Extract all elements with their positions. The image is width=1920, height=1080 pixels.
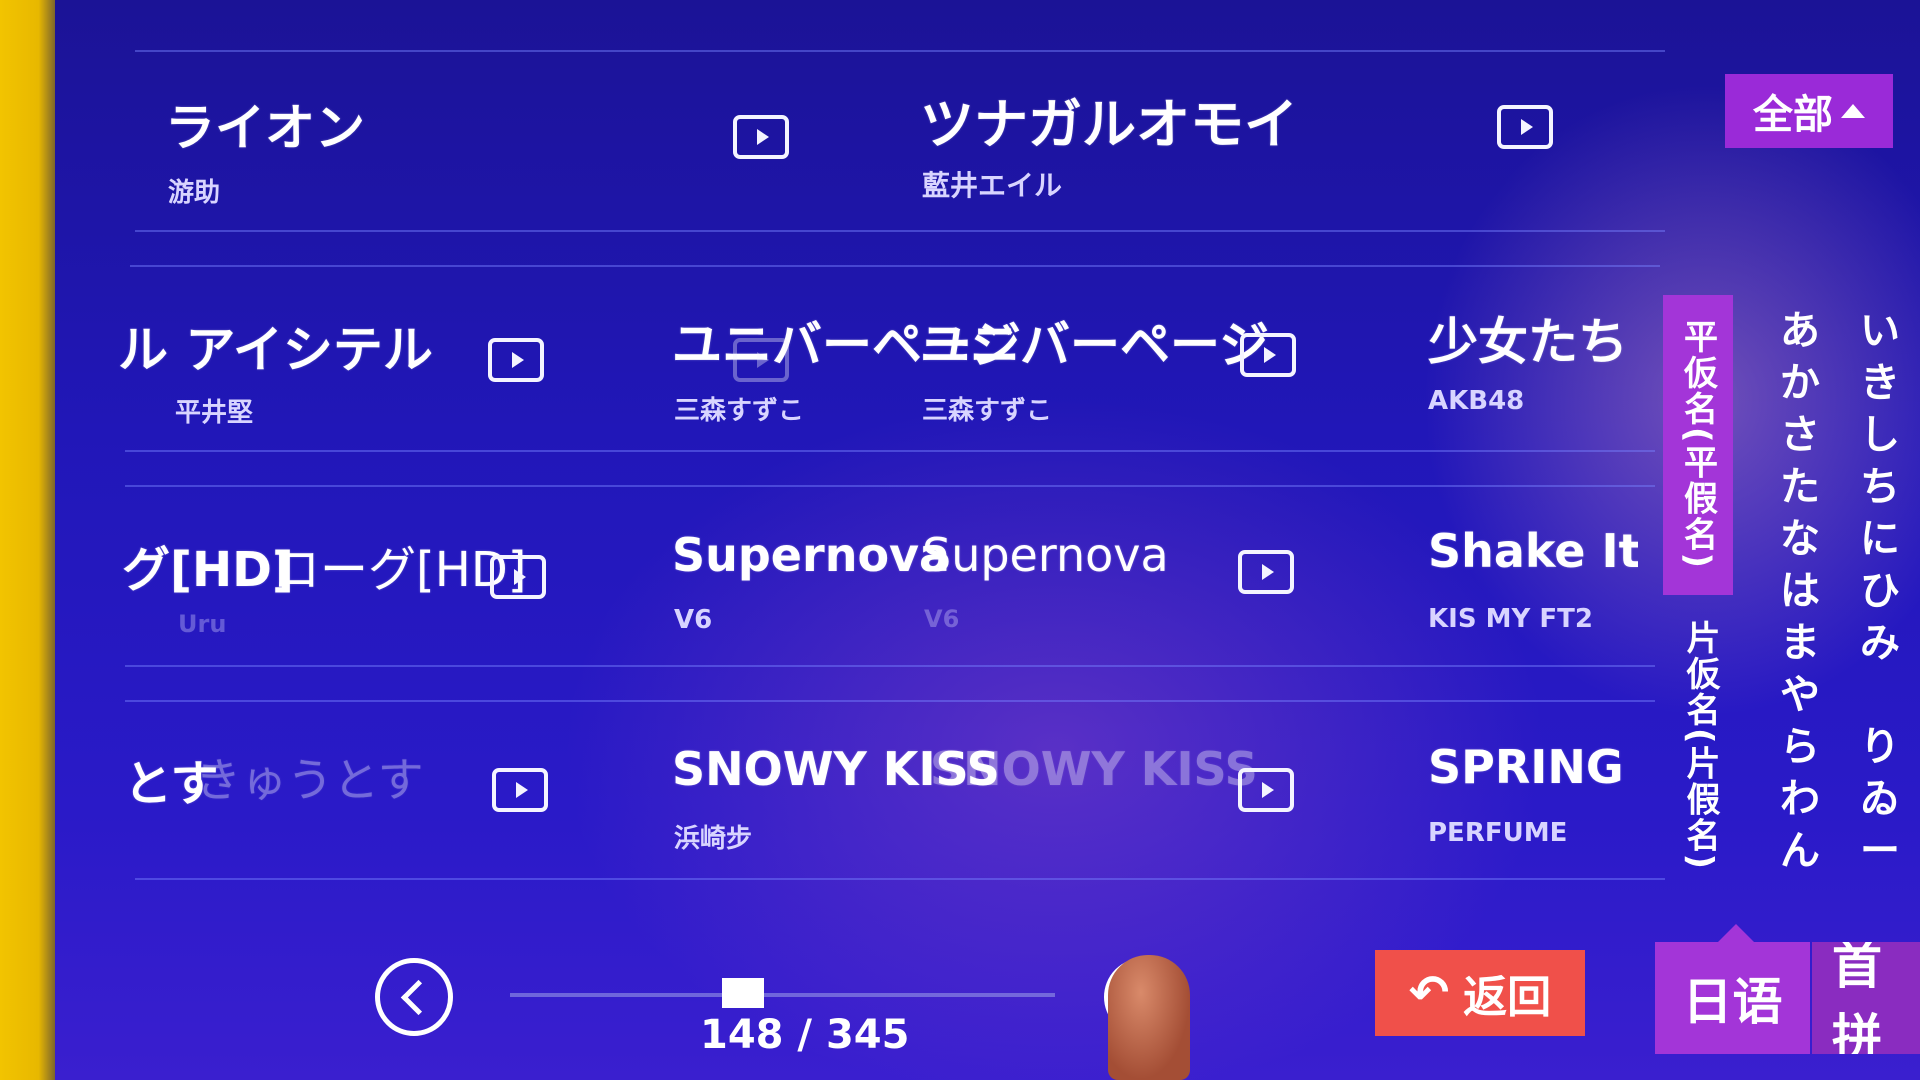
- song-title: グ[HD]: [122, 542, 294, 598]
- kana-index-item[interactable]: ん: [1780, 825, 1820, 877]
- kana-index-column: あ か さ た な は ま や ら わ ん: [1780, 305, 1820, 877]
- kana-index-item[interactable]: り: [1860, 721, 1900, 773]
- kana-index-item[interactable]: は: [1780, 565, 1820, 617]
- play-preview-icon[interactable]: [1497, 105, 1553, 149]
- song-title: Supernova: [922, 528, 1169, 582]
- back-label: 返回: [1463, 972, 1552, 1023]
- back-button[interactable]: ↶ 返回: [1375, 950, 1585, 1036]
- prev-page-button[interactable]: [375, 958, 453, 1036]
- song-title: Supernova: [672, 528, 951, 582]
- song-title: ツナガルオモイ: [920, 93, 1298, 156]
- kana-index-item[interactable]: た: [1780, 461, 1820, 513]
- play-preview-icon[interactable]: [1238, 768, 1294, 812]
- kana-index-item[interactable]: な: [1780, 513, 1820, 565]
- kana-index-item[interactable]: ー: [1860, 825, 1900, 877]
- row-divider: [135, 230, 1665, 232]
- page-slider-thumb[interactable]: [722, 978, 764, 1008]
- back-arrow-icon: ↶: [1408, 965, 1450, 1021]
- song-title: ライオン: [165, 99, 365, 157]
- song-artist: 平井堅: [175, 398, 254, 428]
- tab-initials[interactable]: 首拼: [1812, 942, 1920, 1054]
- kana-index-item[interactable]: し: [1860, 409, 1900, 461]
- song-artist: Uru: [178, 610, 227, 638]
- kana-index-item[interactable]: い: [1860, 305, 1900, 357]
- filter-all-button[interactable]: 全部: [1725, 74, 1893, 148]
- tab-japanese[interactable]: 日语: [1655, 942, 1810, 1054]
- song-title: ユニバーページ: [920, 316, 1269, 374]
- song-artist: PERFUME: [1428, 818, 1568, 848]
- play-preview-icon[interactable]: [488, 338, 544, 382]
- play-preview-icon[interactable]: [733, 338, 789, 382]
- kana-index-item[interactable]: あ: [1780, 305, 1820, 357]
- tab-hiragana[interactable]: 平仮名(平假名): [1663, 295, 1733, 595]
- tab-pointer: [1718, 924, 1754, 942]
- song-title: ル アイシテル: [118, 321, 433, 379]
- kana-index-column: い き し ち に ひ み り ゐ ー: [1860, 305, 1900, 877]
- song-artist: 三森すずこ: [674, 396, 805, 426]
- finger: [1108, 955, 1190, 1080]
- song-artist: AKB48: [1428, 386, 1525, 416]
- row-divider: [125, 665, 1655, 667]
- song-title: きゅうとす: [195, 753, 424, 807]
- song-title: SPRING C: [1428, 740, 1638, 794]
- play-preview-icon[interactable]: [1240, 333, 1296, 377]
- page-indicator: 148 / 345: [700, 1012, 910, 1058]
- kana-index-item[interactable]: に: [1860, 513, 1900, 565]
- song-title: SNOWY KISS: [930, 742, 1258, 796]
- filter-label: 全部: [1753, 92, 1833, 138]
- play-preview-icon[interactable]: [490, 555, 546, 599]
- play-preview-icon[interactable]: [492, 768, 548, 812]
- page-slider-track[interactable]: [510, 993, 1055, 997]
- song-artist: KIS MY FT2: [1428, 604, 1593, 634]
- kana-index-item[interactable]: わ: [1780, 773, 1820, 825]
- song-artist: V6: [924, 605, 960, 633]
- kana-index-item[interactable]: き: [1860, 357, 1900, 409]
- row-divider: [125, 700, 1655, 702]
- kana-index-item[interactable]: ち: [1860, 461, 1900, 513]
- kana-index-item[interactable]: さ: [1780, 409, 1820, 461]
- tab-katakana[interactable]: 片仮名(片假名): [1676, 620, 1725, 880]
- kana-index-item[interactable]: か: [1780, 357, 1820, 409]
- song-artist: 浜崎步: [674, 824, 753, 854]
- row-divider: [125, 450, 1655, 452]
- row-divider: [135, 50, 1665, 52]
- play-preview-icon[interactable]: [733, 115, 789, 159]
- song-title: 少女たち: [1428, 313, 1628, 371]
- kana-index-item[interactable]: や: [1780, 669, 1820, 721]
- song-title: Shake It U: [1428, 524, 1638, 578]
- kana-index-item[interactable]: ら: [1780, 721, 1820, 773]
- song-artist: 游助: [168, 178, 221, 208]
- kana-index-item[interactable]: ま: [1780, 617, 1820, 669]
- play-preview-icon[interactable]: [1238, 550, 1294, 594]
- kana-index-item[interactable]: ゐ: [1860, 773, 1900, 825]
- song-artist: 藍井エイル: [922, 169, 1063, 202]
- song-title: ローグ[HD]: [272, 542, 527, 598]
- kana-index-item[interactable]: ひ: [1860, 565, 1900, 617]
- row-divider: [125, 485, 1655, 487]
- song-artist: V6: [674, 605, 713, 635]
- song-artist: 三森すずこ: [922, 396, 1053, 426]
- row-divider: [135, 878, 1665, 880]
- kana-index-item[interactable]: み: [1860, 617, 1900, 669]
- row-divider: [130, 265, 1660, 267]
- caret-up-icon: [1841, 104, 1865, 118]
